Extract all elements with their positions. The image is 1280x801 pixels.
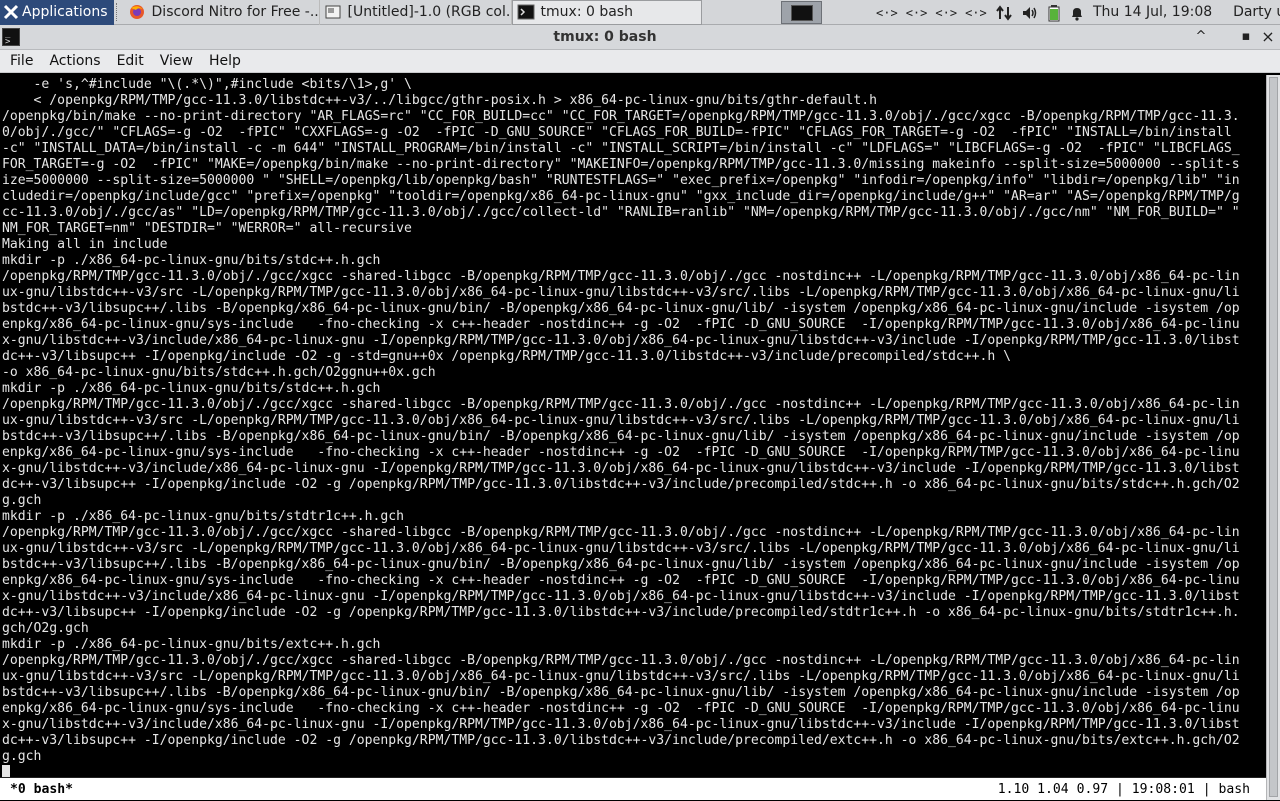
terminal-line: ux-gnu/libstdc++-v3/src -L/openpkg/RPM/T… (2, 541, 1240, 556)
terminal-line: enpkg/x86_64-pc-linux-gnu/sys-include -f… (2, 573, 1240, 588)
terminal-line: g.gch (2, 749, 42, 764)
terminal-line: < /openpkg/RPM/TMP/gcc-11.3.0/libstdc++-… (2, 93, 878, 108)
terminal-line: NM_FOR_TARGET=nm" "DESTDIR=" "WERROR=" a… (2, 221, 412, 236)
window-title: tmux: 0 bash (553, 29, 657, 45)
network-icon[interactable]: <·> (965, 6, 987, 20)
terminal-line: enpkg/x86_64-pc-linux-gnu/sys-include -f… (2, 445, 1240, 460)
terminal-line: bstdc++-v3/libsupc++/.libs -B/openpkg/x8… (2, 429, 1240, 444)
terminal-line: ux-gnu/libstdc++-v3/src -L/openpkg/RPM/T… (2, 285, 1240, 300)
terminal-line: /openpkg/RPM/TMP/gcc-11.3.0/obj/./gcc/xg… (2, 269, 1240, 284)
terminal-line: g.gch (2, 493, 42, 508)
applications-label: Applications (22, 4, 108, 20)
terminal-line: enpkg/x86_64-pc-linux-gnu/sys-include -f… (2, 701, 1240, 716)
panel-separator (115, 3, 120, 21)
terminal-line: dc++-v3/libsupc++ -I/openpkg/include -O2… (2, 477, 1240, 492)
terminal-line: FOR_TARGET=-g -O2 -fPIC" "MAKE=/openpkg/… (2, 157, 1240, 172)
battery-icon[interactable] (1047, 4, 1061, 22)
system-tray: <·> <·> <·> <·> (876, 0, 1085, 25)
gimp-icon (325, 5, 341, 19)
clock[interactable]: Thu 14 Jul, 19:08 Darty uwu (1093, 0, 1280, 25)
network-icon[interactable]: <·> (906, 6, 928, 20)
scrollbar-thumb[interactable] (1269, 77, 1278, 797)
terminal-line: dc++-v3/libsupc++ -I/openpkg/include -O2… (2, 349, 1012, 364)
volume-icon[interactable] (1021, 5, 1039, 21)
terminal-line: 0/obj/./gcc/" "CFLAGS=-g -O2 -fPIC" "CXX… (2, 125, 1232, 140)
maximize-button[interactable]: ▪ (1238, 29, 1254, 45)
menu-view[interactable]: View (152, 50, 201, 73)
menubar: File Actions Edit View Help (0, 50, 1280, 73)
workspace-switcher[interactable] (781, 1, 822, 24)
taskbar-item-label: Discord Nitro for Free -... (151, 4, 320, 20)
tmux-status-bar: *0 bash* 1.10 1.04 0.97 | 19:08:01 | bas… (0, 777, 1266, 800)
terminal-line: gch/O2g.gch (2, 621, 89, 636)
firefox-icon (129, 5, 144, 19)
tmux-window-label[interactable]: *0 bash* (10, 778, 73, 801)
taskbar-item-gimp[interactable]: [Untitled]-1.0 (RGB col... (320, 0, 512, 25)
terminal-line: -o x86_64-pc-linux-gnu/bits/stdc++.h.gch… (2, 365, 436, 380)
terminal-scrollbar[interactable] (1266, 75, 1280, 800)
terminal-line: cludedir=/openpkg/include/gcc" "prefix=/… (2, 189, 1240, 204)
minimize-button[interactable]: ^ (1193, 29, 1209, 45)
workspace-preview (790, 4, 813, 21)
terminal-line: ize=5000000 --split-size=5000000 " "SHEL… (2, 173, 1240, 188)
menu-file[interactable]: File (2, 50, 41, 73)
terminal-line: dc++-v3/libsupc++ -I/openpkg/include -O2… (2, 605, 1240, 620)
terminal-line: bstdc++-v3/libsupc++/.libs -B/openpkg/x8… (2, 557, 1240, 572)
clock-time: Thu 14 Jul, 19:08 (1093, 4, 1213, 20)
terminal-line: -e 's,^#include "\(.*\)",#include <bits/… (2, 77, 412, 92)
user-name[interactable]: Darty uwu (1233, 4, 1280, 20)
terminal-line: /openpkg/RPM/TMP/gcc-11.3.0/obj/./gcc/xg… (2, 525, 1240, 540)
terminal-line: enpkg/x86_64-pc-linux-gnu/sys-include -f… (2, 317, 1240, 332)
network-icon[interactable]: <·> (935, 6, 957, 20)
menu-help[interactable]: Help (201, 50, 249, 73)
menu-actions[interactable]: Actions (41, 50, 108, 73)
terminal-line: mkdir -p ./x86_64-pc-linux-gnu/bits/stdc… (2, 253, 381, 268)
taskbar-item-tmux[interactable]: tmux: 0 bash (511, 0, 702, 25)
taskbar-item-label: tmux: 0 bash (540, 4, 633, 20)
applications-menu-button[interactable]: Applications (0, 0, 114, 25)
terminal-line: ux-gnu/libstdc++-v3/src -L/openpkg/RPM/T… (2, 413, 1240, 428)
terminal-line: mkdir -p ./x86_64-pc-linux-gnu/bits/stdc… (2, 381, 381, 396)
network-icon[interactable]: <·> (876, 6, 898, 20)
taskbar-item-label: [Untitled]-1.0 (RGB col... (347, 4, 512, 20)
bell-icon[interactable] (1069, 5, 1085, 21)
tmux-status-right: 1.10 1.04 0.97 | 19:08:01 | bash (997, 782, 1250, 797)
terminal-output[interactable]: -e 's,^#include "\(.*\)",#include <bits/… (0, 75, 1266, 777)
terminal-icon (517, 4, 535, 20)
terminal-line: x-gnu/libstdc++-v3/include/x86_64-pc-lin… (2, 589, 1240, 604)
terminal-cursor (2, 765, 10, 777)
terminal-line: dc++-v3/libsupc++ -I/openpkg/include -O2… (2, 733, 1240, 748)
terminal-line: x-gnu/libstdc++-v3/include/x86_64-pc-lin… (2, 333, 1240, 348)
terminal-line: /openpkg/RPM/TMP/gcc-11.3.0/obj/./gcc/xg… (2, 397, 1240, 412)
terminal-line: cc-11.3.0/obj/./gcc/as" "LD=/openpkg/RPM… (2, 205, 1240, 220)
terminal-line: -c" "INSTALL_DATA=/bin/install -c -m 644… (2, 141, 1240, 156)
terminal-line: mkdir -p ./x86_64-pc-linux-gnu/bits/stdt… (2, 509, 405, 524)
terminal-line: x-gnu/libstdc++-v3/include/x86_64-pc-lin… (2, 717, 1240, 732)
close-button[interactable]: × (1260, 29, 1276, 45)
transfer-icon[interactable] (995, 4, 1013, 21)
taskbar-item-firefox[interactable]: Discord Nitro for Free -... (124, 0, 320, 25)
terminal-line: /openpkg/RPM/TMP/gcc-11.3.0/obj/./gcc/xg… (2, 653, 1240, 668)
terminal-line: bstdc++-v3/libsupc++/.libs -B/openpkg/x8… (2, 301, 1240, 316)
terminal-line: ux-gnu/libstdc++-v3/src -L/openpkg/RPM/T… (2, 669, 1240, 684)
terminal-line: x-gnu/libstdc++-v3/include/x86_64-pc-lin… (2, 461, 1240, 476)
menu-edit[interactable]: Edit (109, 50, 152, 73)
terminal-lines: -e 's,^#include "\(.*\)",#include <bits/… (2, 77, 1240, 765)
terminal-line: /openpkg/bin/make --no-print-directory "… (2, 109, 1240, 124)
window-titlebar[interactable]: _ > tmux: 0 bash ^ ▪ × (0, 25, 1280, 50)
terminal-line: mkdir -p ./x86_64-pc-linux-gnu/bits/extc… (2, 637, 381, 652)
terminal-line: bstdc++-v3/libsupc++/.libs -B/openpkg/x8… (2, 685, 1240, 700)
terminal-line: Making all in include (2, 237, 168, 252)
top-panel: Applications Discord Nitro for Free -...… (0, 0, 1280, 25)
xfce-logo-icon (3, 4, 19, 20)
